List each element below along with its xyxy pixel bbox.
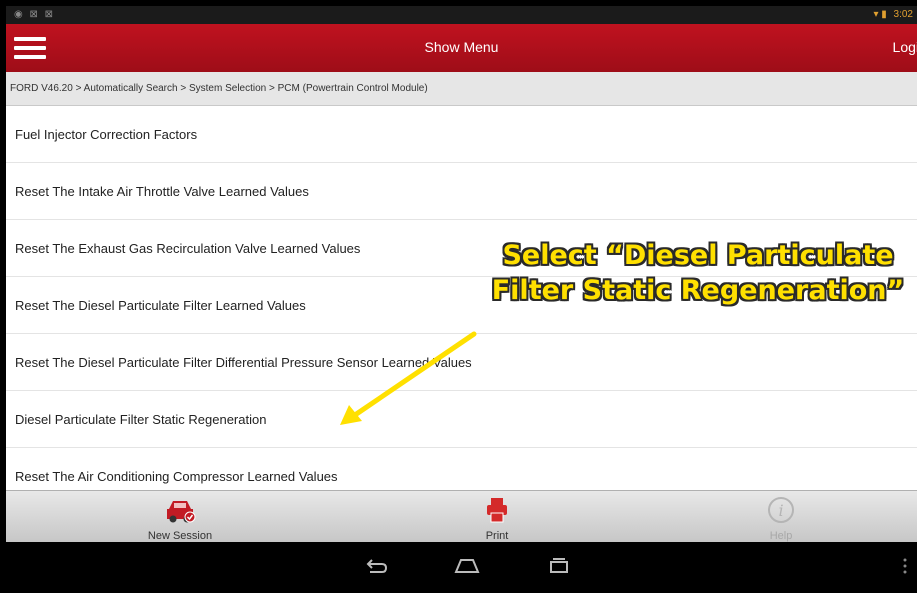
printer-icon [487,498,507,523]
annotation-line-2: Filter Static Regeneration” [491,275,905,306]
home-icon[interactable] [453,556,481,576]
back-icon[interactable] [364,556,388,576]
annotation-line-1: Select “Diesel Particulate [502,240,894,271]
help-label: Help [769,530,793,542]
bottom-toolbar: New Session Print i Help [6,490,917,543]
overflow-menu-icon[interactable] [901,556,909,576]
status-bar: ◉ ⊠ ⊠ ▾ ▮ 3:02 [6,6,917,24]
status-time: 3:02 [893,9,913,20]
car-icon [167,501,196,523]
print-button[interactable]: Print [437,495,557,542]
menu-item-fuel-injector[interactable]: Fuel Injector Correction Factors [6,106,917,163]
menu-item-dpf-pressure-sensor[interactable]: Reset The Diesel Particulate Filter Diff… [6,334,917,391]
status-icons: ◉ ⊠ ⊠ [14,9,56,20]
wifi-icon: ▾ ▮ [873,9,887,20]
new-session-button[interactable]: New Session [120,495,240,542]
help-button[interactable]: i Help [721,495,841,542]
menu-item-dpf-static-regeneration[interactable]: Diesel Particulate Filter Static Regener… [6,391,917,448]
instruction-annotation: Select “Diesel Particulate Filter Static… [468,238,917,308]
menu-item-intake-throttle[interactable]: Reset The Intake Air Throttle Valve Lear… [6,163,917,220]
svg-text:i: i [778,501,783,520]
info-icon: i [768,497,794,523]
android-nav-bar [6,542,917,593]
breadcrumb: FORD V46.20 > Automatically Search > Sys… [6,72,917,106]
new-session-label: New Session [147,530,213,542]
app-window: ◉ ⊠ ⊠ ▾ ▮ 3:02 Show Menu Logi FORD V46.2… [6,6,917,593]
app-bar: Show Menu Logi [6,24,917,72]
page-title: Show Menu [424,39,499,55]
recent-apps-icon[interactable] [548,556,570,576]
status-right: ▾ ▮ 3:02 [873,9,913,20]
print-label: Print [485,530,509,542]
login-button[interactable]: Logi [893,39,917,55]
